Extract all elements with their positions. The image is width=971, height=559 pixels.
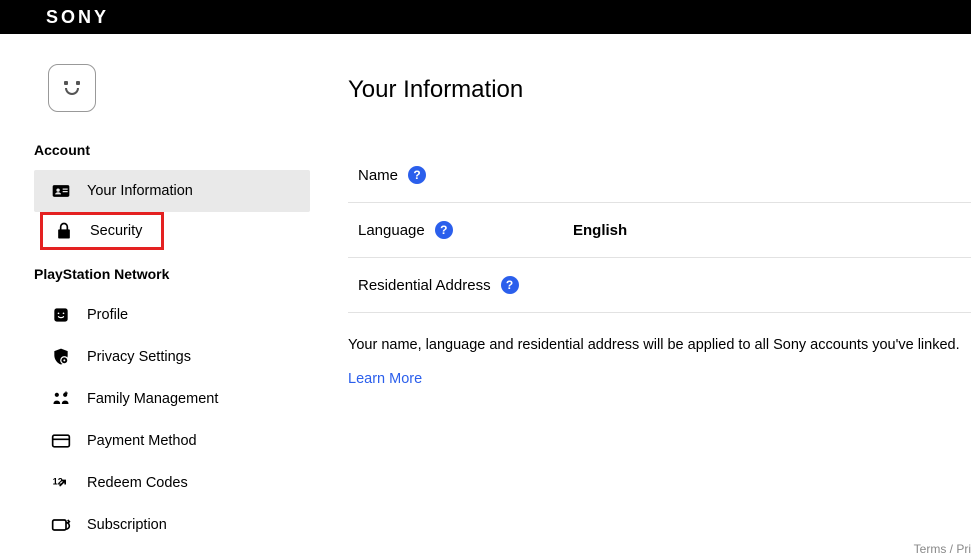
help-icon[interactable]: ? xyxy=(408,166,426,184)
info-note: Your name, language and residential addr… xyxy=(348,337,971,353)
sidebar-item-label: Security xyxy=(90,223,142,239)
family-icon xyxy=(50,388,72,410)
sidebar-item-label: Redeem Codes xyxy=(87,475,188,491)
topbar: SONY xyxy=(0,0,971,34)
sidebar-item-label: Family Management xyxy=(87,391,218,407)
subscription-icon xyxy=(50,514,72,536)
profile-icon xyxy=(50,304,72,326)
lock-icon xyxy=(53,220,75,242)
layout: Account Your Information Security PlaySt… xyxy=(0,34,971,559)
avatar-icon[interactable] xyxy=(48,64,96,112)
info-row-residential-address[interactable]: Residential Address ? xyxy=(348,258,971,313)
footer-links[interactable]: Terms / Pri xyxy=(914,542,971,556)
sidebar-item-subscription[interactable]: Subscription xyxy=(0,504,310,546)
sidebar-item-label: Privacy Settings xyxy=(87,349,191,365)
learn-more-link[interactable]: Learn More xyxy=(348,371,971,387)
brand-logo: SONY xyxy=(46,7,109,28)
help-icon[interactable]: ? xyxy=(501,276,519,294)
sidebar-item-profile[interactable]: Profile xyxy=(0,294,310,336)
sidebar-item-family-management[interactable]: Family Management xyxy=(0,378,310,420)
info-value: English xyxy=(573,222,627,239)
sidebar-item-security[interactable]: Security xyxy=(40,212,164,250)
info-row-language[interactable]: Language ? English xyxy=(348,203,971,258)
id-card-icon xyxy=(50,180,72,202)
sidebar-item-label: Your Information xyxy=(87,183,193,199)
help-icon[interactable]: ? xyxy=(435,221,453,239)
info-label: Residential Address xyxy=(358,277,491,294)
redeem-icon: 12 xyxy=(50,472,72,494)
sidebar-item-payment-method[interactable]: Payment Method xyxy=(0,420,310,462)
sidebar-item-label: Payment Method xyxy=(87,433,197,449)
avatar-row xyxy=(0,64,310,112)
sidebar-item-redeem-codes[interactable]: 12 Redeem Codes xyxy=(0,462,310,504)
info-label: Language xyxy=(358,222,425,239)
sidebar-item-privacy-settings[interactable]: Privacy Settings xyxy=(0,336,310,378)
info-row-name[interactable]: Name ? xyxy=(348,148,971,203)
credit-card-icon xyxy=(50,430,72,452)
shield-gear-icon xyxy=(50,346,72,368)
sidebar-item-label: Subscription xyxy=(87,517,167,533)
sidebar: Account Your Information Security PlaySt… xyxy=(0,34,310,559)
page-title: Your Information xyxy=(348,76,971,104)
sidebar-item-label: Profile xyxy=(87,307,128,323)
section-heading-account: Account xyxy=(0,142,310,158)
main-content: Your Information Name ? Language ? Engli… xyxy=(310,34,971,559)
section-heading-psn: PlayStation Network xyxy=(0,266,310,282)
sidebar-item-your-information[interactable]: Your Information xyxy=(34,170,310,212)
info-label: Name xyxy=(358,167,398,184)
